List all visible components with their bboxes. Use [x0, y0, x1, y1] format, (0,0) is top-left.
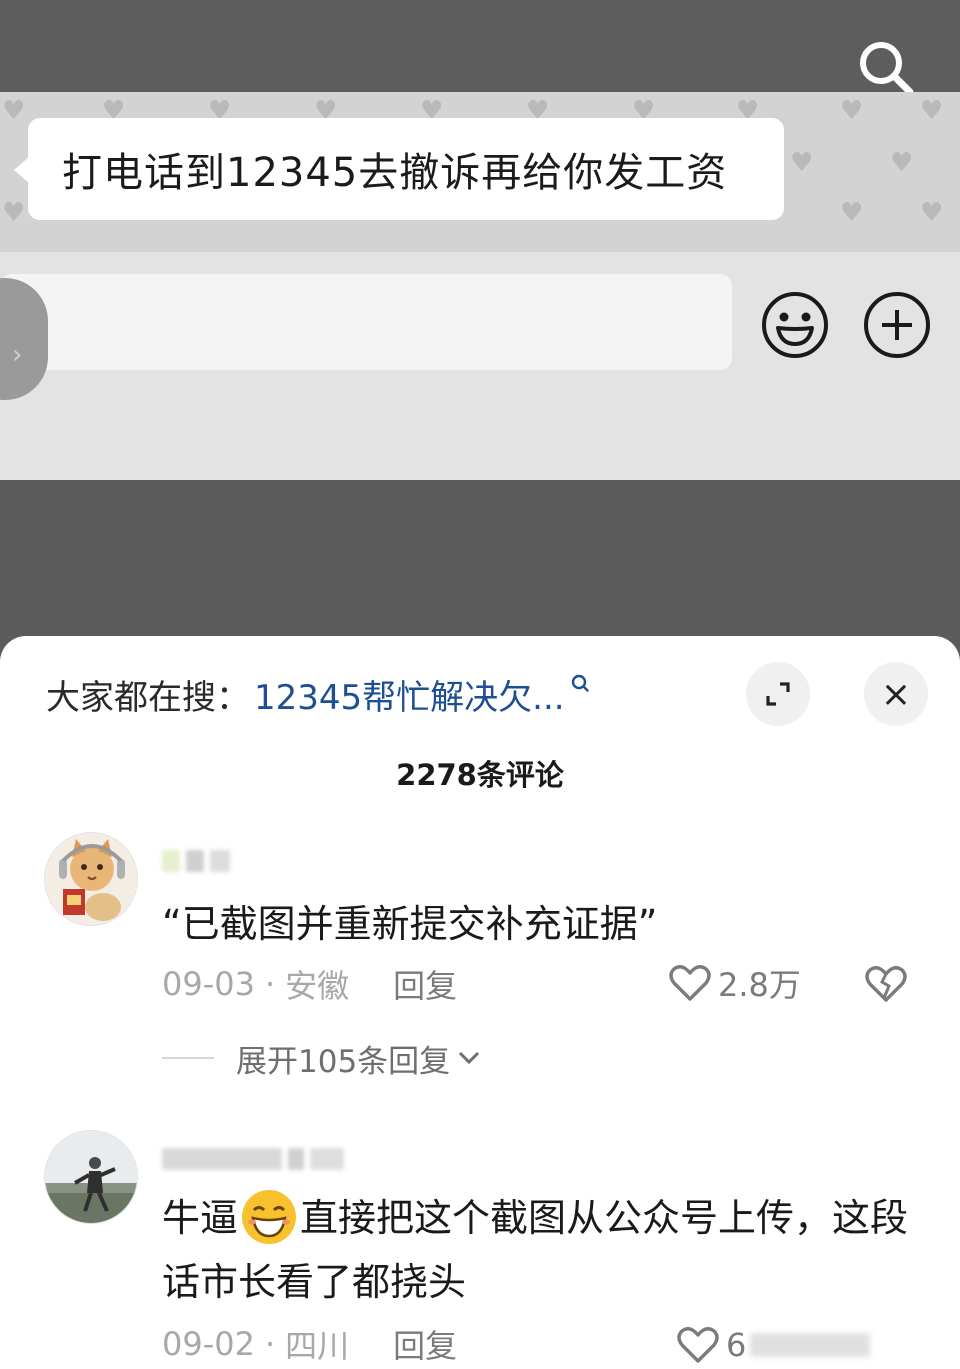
video-background-top — [0, 0, 960, 96]
broken-heart-icon[interactable] — [864, 964, 908, 1004]
divider — [162, 1057, 214, 1059]
chevron-down-icon — [459, 1051, 480, 1065]
comment-location: 四川 — [285, 1327, 350, 1365]
expand-button[interactable] — [746, 662, 810, 726]
close-icon: × — [880, 673, 912, 715]
search-icon[interactable] — [854, 36, 918, 100]
heart-pattern-icon: ♥ — [2, 198, 26, 228]
chat-message-bubble: 打电话到12345去撤诉再给你发工资 — [14, 118, 784, 220]
expand-icon — [766, 682, 790, 706]
chat-wallpaper: ♥ ♥ ♥ ♥ ♥ ♥ ♥ ♥ ♥ ♥ ♥ ♥ ♥ ♥ ♥ 打电话到12345去… — [0, 92, 960, 252]
message-input[interactable] — [0, 274, 732, 370]
avatar[interactable] — [44, 1130, 138, 1224]
heart-icon — [677, 1327, 719, 1363]
meta-separator: · — [264, 965, 276, 1003]
meta-separator: · — [264, 1325, 276, 1363]
like-count: 2.8万 — [718, 966, 801, 1004]
comment-meta: 09-03 · 安徽 回复 — [162, 961, 457, 1007]
heart-pattern-icon: ♥ — [920, 198, 944, 228]
plus-icon[interactable] — [862, 290, 932, 360]
emoji-icon[interactable] — [760, 290, 830, 360]
side-panel-handle[interactable]: › — [0, 278, 48, 400]
trending-search[interactable]: 大家都在搜： 12345帮忙解决欠... — [46, 670, 589, 718]
comment-panel: 大家都在搜： 12345帮忙解决欠... × 2278条评论 “已截图并重新提交… — [0, 636, 960, 1369]
redaction-block — [162, 850, 180, 872]
close-button[interactable]: × — [864, 662, 928, 726]
chevron-right-icon: › — [12, 340, 23, 370]
grin-emoji-icon — [242, 1189, 297, 1244]
redaction-block — [750, 1333, 871, 1357]
redaction-block — [162, 1148, 282, 1170]
chat-input-bar: › — [0, 252, 960, 480]
reply-button[interactable]: 回复 — [393, 1321, 457, 1367]
comment-count: 2278条评论 — [396, 758, 564, 792]
person-avatar-image — [45, 1131, 137, 1223]
heart-pattern-icon: ♥ — [840, 198, 864, 228]
trending-search-link[interactable]: 12345帮忙解决欠... — [254, 670, 565, 719]
cat-avatar-image — [45, 833, 137, 925]
trending-search-label: 大家都在搜： — [46, 677, 250, 718]
reply-button[interactable]: 回复 — [393, 961, 457, 1007]
avatar[interactable] — [44, 832, 138, 926]
heart-pattern-icon: ♥ — [790, 148, 814, 178]
search-small-icon — [571, 674, 589, 692]
heart-pattern-icon: ♥ — [2, 96, 26, 126]
expand-replies-button[interactable]: 展开105条回复 — [162, 1038, 482, 1080]
heart-icon — [669, 965, 711, 1001]
comment-meta: 09-02 · 四川 回复 — [162, 1321, 457, 1367]
like-button[interactable]: 2.8万 — [668, 962, 801, 1004]
username-redacted — [162, 1144, 344, 1174]
like-button[interactable]: 6 — [676, 1324, 871, 1366]
heart-pattern-icon: ♥ — [920, 96, 944, 126]
like-count: 6 — [726, 1326, 747, 1364]
comment-date: 09-02 — [162, 1325, 255, 1363]
video-background-middle — [0, 480, 960, 640]
expand-replies-label: 展开105条回复 — [236, 1043, 451, 1080]
heart-pattern-icon: ♥ — [890, 148, 914, 178]
comment-text-part: 牛逼 — [162, 1196, 239, 1240]
chat-message-text: 打电话到12345去撤诉再给你发工资 — [62, 150, 728, 196]
username-redacted — [162, 846, 230, 876]
comment-location: 安徽 — [285, 967, 350, 1005]
redaction-block — [288, 1148, 304, 1170]
comment-text: 牛逼 直接把这个截图从公众号上传，这段话市长看了都挠头 — [162, 1186, 922, 1314]
heart-pattern-icon: ♥ — [840, 96, 864, 126]
redaction-block — [210, 850, 230, 872]
comment-text: “已截图并重新提交补充证据” — [162, 902, 658, 946]
comment-date: 09-03 — [162, 965, 255, 1003]
redaction-block — [186, 850, 204, 872]
redaction-block — [310, 1148, 344, 1170]
